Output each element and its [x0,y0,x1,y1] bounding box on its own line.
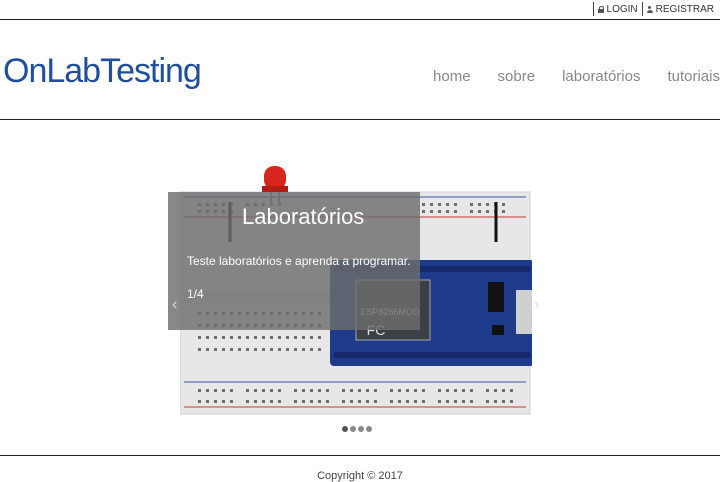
login-link[interactable]: LOGIN [597,3,638,15]
register-link[interactable]: REGISTRAR [646,3,714,15]
carousel-counter: 1/4 [187,287,204,301]
carousel-dot-4[interactable] [366,426,372,432]
carousel-caption: Laboratórios Teste laboratórios e aprend… [168,192,420,330]
lock-icon [597,5,604,13]
divider [592,2,594,16]
chevron-right-icon[interactable]: › [534,296,539,314]
nav-home[interactable]: home [433,68,471,85]
hero-carousel[interactable]: Laboratórios Teste laboratórios e aprend… [168,150,544,418]
carousel-title: Laboratórios [242,204,365,229]
account-links: LOGIN REGISTRAR [589,2,714,16]
nav-sobre[interactable]: sobre [498,68,536,85]
footer-divider [0,455,720,456]
user-icon [646,5,653,13]
carousel-dot-2[interactable] [350,426,356,432]
main-nav: home sobre laboratórios tutoriais [406,68,720,85]
carousel-dot-3[interactable] [358,426,364,432]
carousel-dot-1[interactable] [342,426,348,432]
top-utility-bar: LOGIN REGISTRAR [0,0,720,20]
site-logo[interactable]: OnLabTesting [3,52,202,91]
divider [641,2,643,16]
carousel-indicators [342,426,372,432]
header-divider [0,119,720,120]
nav-tutoriais[interactable]: tutoriais [667,68,720,85]
copyright-text: Copyright © 2017 [317,470,403,482]
nav-laboratorios[interactable]: laboratórios [562,68,640,85]
register-label: REGISTRAR [655,3,714,15]
login-label: LOGIN [606,3,638,15]
carousel-description: Teste laboratórios e aprenda a programar… [187,254,411,268]
chevron-left-icon[interactable]: ‹ [172,296,177,314]
